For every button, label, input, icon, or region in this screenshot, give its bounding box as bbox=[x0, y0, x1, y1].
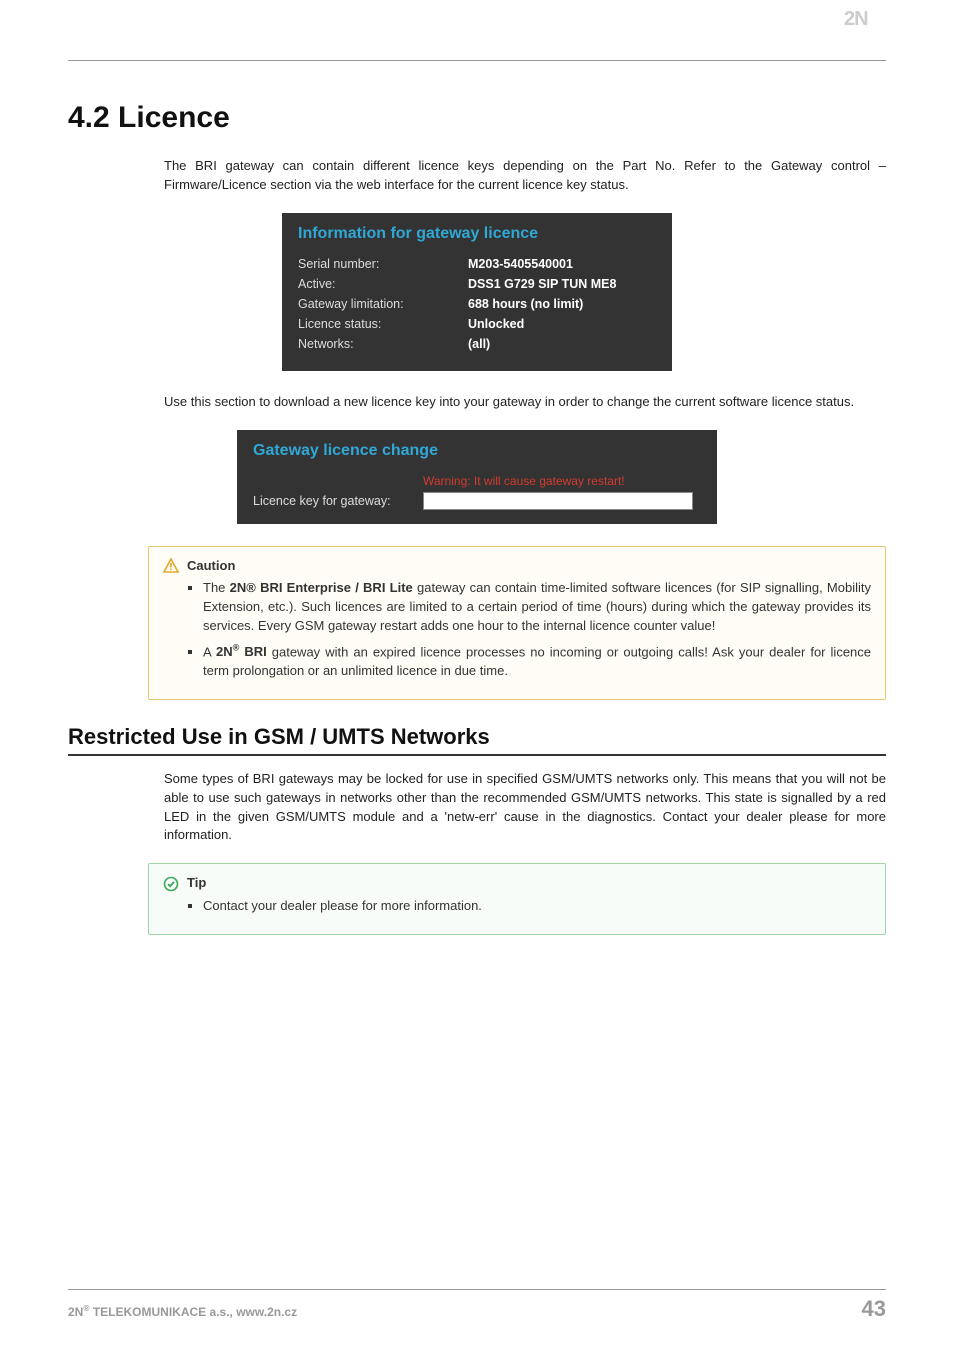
licence-key-label: Licence key for gateway: bbox=[253, 494, 423, 508]
info-row: Licence status: Unlocked bbox=[298, 317, 656, 331]
info-label: Gateway limitation: bbox=[298, 297, 468, 311]
info-label: Licence status: bbox=[298, 317, 468, 331]
info-licence-panel: Information for gateway licence Serial n… bbox=[282, 213, 672, 371]
info-value: 688 hours (no limit) bbox=[468, 297, 583, 311]
caution-item: The 2N® BRI Enterprise / BRI Lite gatewa… bbox=[203, 579, 871, 636]
licence-key-input[interactable] bbox=[423, 492, 693, 510]
info-label: Serial number: bbox=[298, 257, 468, 271]
header-rule bbox=[68, 60, 886, 61]
logo-text: 2N bbox=[844, 8, 868, 30]
info-panel-title: Information for gateway licence bbox=[298, 225, 656, 243]
section-heading: 4.2 Licence bbox=[68, 101, 886, 135]
tip-title: Tip bbox=[187, 874, 206, 893]
subsection-rule bbox=[68, 754, 886, 756]
info-value: M203-5405540001 bbox=[468, 257, 573, 271]
tip-item: Contact your dealer please for more info… bbox=[203, 897, 871, 916]
caution-callout: Caution The 2N® BRI Enterprise / BRI Lit… bbox=[148, 546, 886, 700]
info-label: Active: bbox=[298, 277, 468, 291]
caution-title: Caution bbox=[187, 557, 235, 576]
caution-item: A 2N® BRI gateway with an expired licenc… bbox=[203, 642, 871, 681]
mid-paragraph: Use this section to download a new licen… bbox=[164, 393, 886, 412]
info-label: Networks: bbox=[298, 337, 468, 351]
licence-change-panel: Gateway licence change Warning: It will … bbox=[237, 430, 717, 524]
tip-callout: Tip Contact your dealer please for more … bbox=[148, 863, 886, 935]
info-value: DSS1 G729 SIP TUN ME8 bbox=[468, 277, 616, 291]
brand-logo: 2N bbox=[844, 6, 888, 35]
page-footer: 2N® TELEKOMUNIKACE a.s., www.2n.cz 43 bbox=[68, 1289, 886, 1322]
info-row: Active: DSS1 G729 SIP TUN ME8 bbox=[298, 277, 656, 291]
page-number: 43 bbox=[862, 1296, 886, 1322]
sub-paragraph: Some types of BRI gateways may be locked… bbox=[164, 770, 886, 845]
info-row: Gateway limitation: 688 hours (no limit) bbox=[298, 297, 656, 311]
intro-paragraph: The BRI gateway can contain different li… bbox=[164, 157, 886, 195]
info-value: (all) bbox=[468, 337, 490, 351]
warning-triangle-icon bbox=[163, 558, 179, 574]
info-value: Unlocked bbox=[468, 317, 524, 331]
check-circle-icon bbox=[163, 876, 179, 892]
info-row: Serial number: M203-5405540001 bbox=[298, 257, 656, 271]
change-panel-title: Gateway licence change bbox=[253, 442, 701, 460]
restart-warning-text: Warning: It will cause gateway restart! bbox=[423, 474, 701, 488]
info-row: Networks: (all) bbox=[298, 337, 656, 351]
footer-left: 2N® TELEKOMUNIKACE a.s., www.2n.cz bbox=[68, 1303, 297, 1319]
subsection-heading: Restricted Use in GSM / UMTS Networks bbox=[68, 724, 886, 750]
